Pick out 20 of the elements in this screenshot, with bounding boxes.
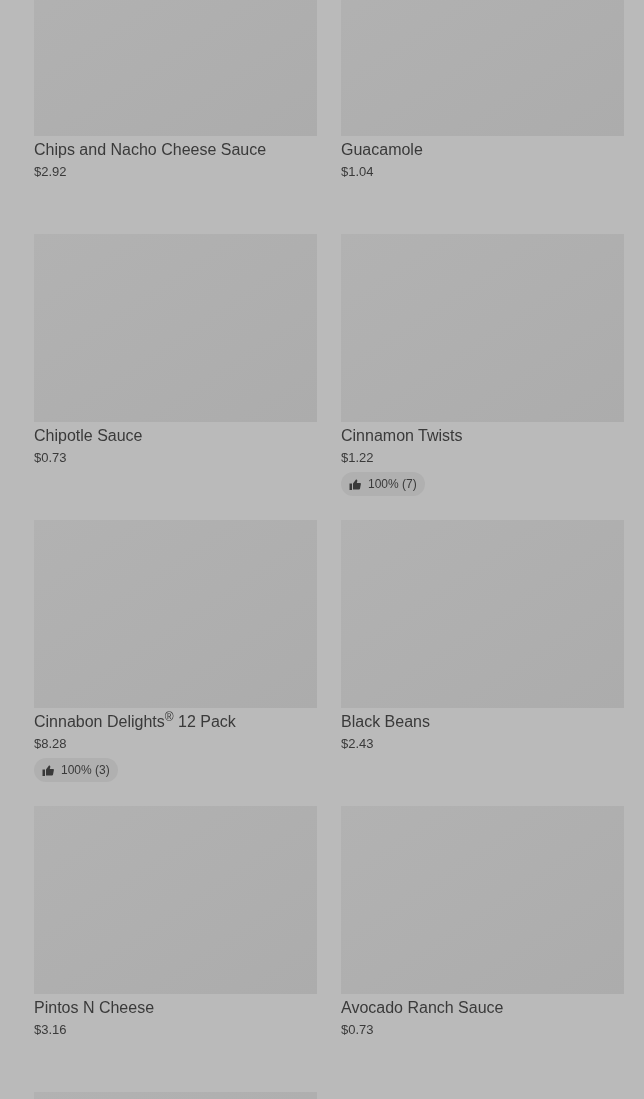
product-name[interactable]: Cinnabon Delights$^{®}$ 12 Pack [34, 711, 317, 733]
product-price: $2.43 [341, 735, 375, 753]
product-price: $0.73 [341, 1021, 375, 1039]
product-name[interactable]: Pintos N Cheese [34, 997, 317, 1019]
product-name[interactable]: Cinnamon Twists [341, 425, 624, 447]
product-price: $2.92 [34, 163, 68, 181]
product-name[interactable]: Chips and Nacho Cheese Sauce [34, 139, 317, 161]
product-price: $1.04 [341, 163, 375, 181]
product-price: $1.22 [341, 449, 375, 467]
product-name[interactable]: Avocado Ranch Sauce [341, 997, 624, 1019]
rating-text: 100% (7) [368, 476, 417, 493]
product-name[interactable]: Chipotle Sauce [34, 425, 317, 447]
thumbs-up-icon [349, 478, 361, 490]
product-name[interactable]: Guacamole [341, 139, 624, 161]
rating-text: 100% (3) [61, 762, 110, 779]
product-price: $8.28 [34, 735, 68, 753]
product-price: $0.73 [34, 449, 68, 467]
thumbs-up-icon [42, 764, 54, 776]
product-name[interactable]: Black Beans [341, 711, 624, 733]
product-price: $3.16 [34, 1021, 68, 1039]
